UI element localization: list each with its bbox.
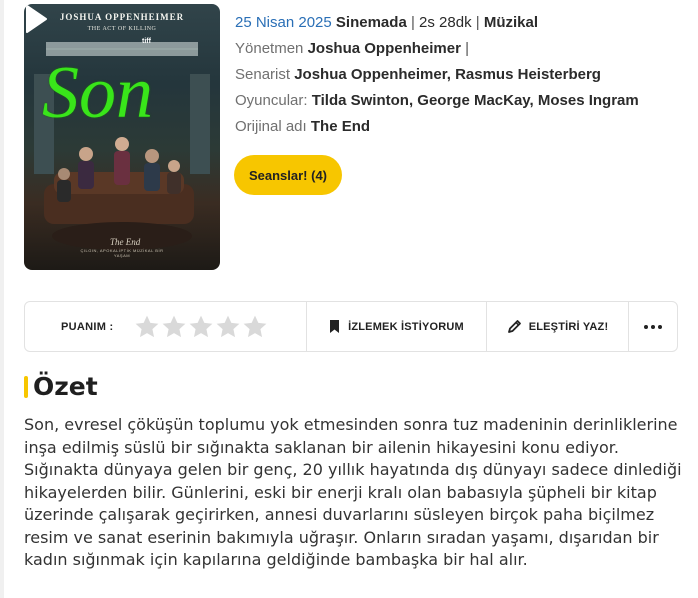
summary-heading: Özet <box>33 372 98 401</box>
review-label: ELEŞTİRİ YAZ! <box>528 320 609 333</box>
writer-row: Senarist Joshua Oppenheimer, Rasmus Heis… <box>235 62 639 88</box>
watchlist-label: İZLEMEK İSTİYORUM <box>348 320 464 333</box>
score-label: PUANIM : <box>61 320 114 333</box>
rating-cell: PUANIM : <box>25 302 307 351</box>
director-row: Yönetmen Joshua Oppenheimer | <box>235 36 639 62</box>
movie-meta: 25 Nisan 2025 Sinemada | 2s 28dk | Müzik… <box>235 10 639 140</box>
original-title-row: Orijinal adı The End <box>235 114 639 140</box>
star-icon[interactable] <box>242 314 268 340</box>
play-icon[interactable] <box>24 4 48 34</box>
more-options-button[interactable] <box>629 302 677 351</box>
watchlist-button[interactable]: İZLEMEK İSTİYORUM <box>307 302 487 351</box>
star-icon[interactable] <box>134 314 160 340</box>
writer-label: Senarist <box>235 66 291 83</box>
bookmark-icon <box>330 320 340 333</box>
cast-links[interactable]: Tilda Swinton, George MacKay, Moses Ingr… <box>312 92 639 109</box>
star-icon[interactable] <box>161 314 187 340</box>
director-link[interactable]: Joshua Oppenheimer <box>308 40 461 57</box>
summary-heading-group: Özet <box>24 372 98 401</box>
poster-tagline: ÇILGIN, APOKALİPTİK MÜZİKAL BİR YAŞAM <box>80 248 164 259</box>
poster-director-credit: JOSHUA OPPENHEIMER <box>59 12 185 22</box>
original-title-label: Orijinal adı <box>235 118 307 135</box>
cast-row: Oyuncular: Tilda Swinton, George MacKay,… <box>235 88 639 114</box>
poster-title-art: Son <box>42 52 153 134</box>
heading-accent-bar <box>24 375 28 398</box>
separator: | <box>465 40 470 57</box>
release-status: Sinemada <box>335 14 407 31</box>
pen-icon <box>507 320 521 333</box>
original-title: The End <box>310 118 371 135</box>
separator: | <box>475 14 480 31</box>
page-edge-rule <box>0 0 4 598</box>
summary-text: Son, evresel çöküşün toplumu yok etmesin… <box>24 415 682 569</box>
star-icon[interactable] <box>188 314 214 340</box>
duration: 2s 28dk <box>419 14 472 31</box>
poster-festival-badge: tiff <box>142 38 151 45</box>
movie-poster[interactable]: JOSHUA OPPENHEIMER THE ACT OF KILLING ti… <box>24 4 220 270</box>
cast-label: Oyuncular: <box>235 92 308 109</box>
release-row: 25 Nisan 2025 Sinemada | 2s 28dk | Müzik… <box>235 10 639 36</box>
more-dots-icon <box>644 324 662 329</box>
poster-subtitle-art: The End <box>110 237 141 247</box>
poster-previous-work: THE ACT OF KILLING <box>87 26 157 32</box>
star-rating[interactable] <box>134 314 268 340</box>
write-review-button[interactable]: ELEŞTİRİ YAZ! <box>487 302 629 351</box>
separator: | <box>410 14 415 31</box>
director-label: Yönetmen <box>235 40 304 57</box>
release-date[interactable]: 25 Nisan 2025 <box>235 14 332 31</box>
poster-artwork <box>34 42 210 250</box>
star-icon[interactable] <box>215 314 241 340</box>
writers-links[interactable]: Joshua Oppenheimer, Rasmus Heisterberg <box>294 66 601 83</box>
genre-link[interactable]: Müzikal <box>484 14 538 31</box>
showtimes-button[interactable]: Seanslar! (4) <box>234 155 342 195</box>
user-action-bar: PUANIM : İZLEMEK İSTİYORUM ELEŞTİRİ YAZ! <box>24 301 678 352</box>
